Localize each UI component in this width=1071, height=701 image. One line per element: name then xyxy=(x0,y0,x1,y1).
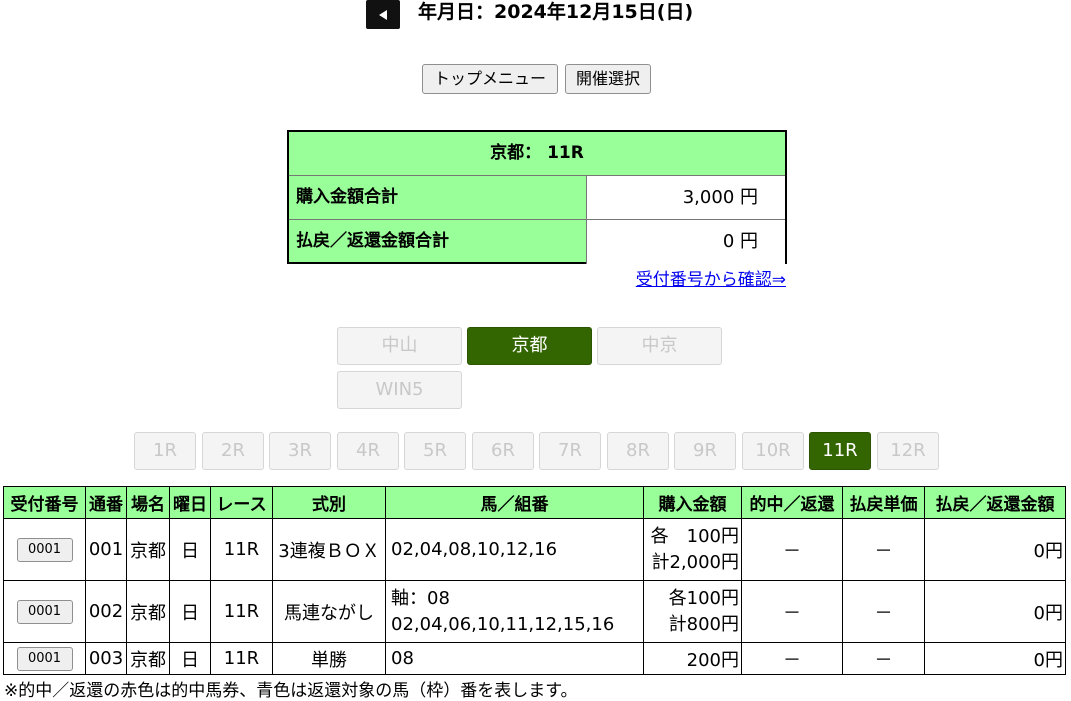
amount-line: 各100円 xyxy=(668,587,739,609)
col-header: 馬／組番 xyxy=(385,486,644,519)
bet-type-cell: 3連複ＢＯＸ xyxy=(272,518,386,581)
venue-cell: 京都 xyxy=(126,642,170,675)
summary-table: 京都： 11R 購入金額合計 3,000 円 払戻／返還金額合計 0 円 xyxy=(287,130,787,264)
race-button-7r: 7R xyxy=(539,432,601,470)
amount-line: 200円 xyxy=(686,649,739,671)
race-button-8r: 8R xyxy=(607,432,669,470)
col-header: 式別 xyxy=(272,486,386,519)
race-button-9r: 9R xyxy=(674,432,736,470)
serial-cell: 002 xyxy=(85,580,127,643)
venue-cell: 京都 xyxy=(126,518,170,581)
summary-value: 3,000 円 xyxy=(587,176,785,219)
col-header: 受付番号 xyxy=(3,486,86,519)
col-header: 的中／返還 xyxy=(741,486,843,519)
receipt-number-button[interactable]: 0001 xyxy=(16,600,73,624)
race-cell: 11R xyxy=(210,518,273,581)
previous-date-button[interactable] xyxy=(366,0,400,29)
triangle-left-icon xyxy=(379,9,387,20)
race-button-6r: 6R xyxy=(472,432,534,470)
unit-payout-cell: － xyxy=(842,580,925,643)
race-button-11r[interactable]: 11R xyxy=(809,432,871,470)
day-cell: 日 xyxy=(169,518,211,581)
confirm-by-receipt-link[interactable]: 受付番号から確認⇒ xyxy=(636,265,786,290)
venue-button-win5: WIN5 xyxy=(337,371,462,409)
col-header: 払戻／返還金額 xyxy=(924,486,1066,519)
race-button-5r: 5R xyxy=(404,432,466,470)
day-cell: 日 xyxy=(169,580,211,643)
col-header: 購入金額 xyxy=(643,486,742,519)
day-cell: 日 xyxy=(169,642,211,675)
payout-cell: 0円 xyxy=(924,642,1066,675)
race-button-2r: 2R xyxy=(202,432,264,470)
summary-row-payout: 払戻／返還金額合計 0 円 xyxy=(289,220,785,264)
table-row: 0001 002 京都 日 11R 馬連ながし 軸：08 02,04,06,10… xyxy=(3,580,1066,643)
bet-type-cell: 馬連ながし xyxy=(272,580,386,643)
race-button-1r: 1R xyxy=(134,432,196,470)
amount-cell: 200円 xyxy=(643,642,742,675)
combo-cell: 02,04,08,10,12,16 xyxy=(385,518,644,581)
combo-line: 02,04,06,10,11,12,15,16 xyxy=(391,613,615,635)
footnote: ※的中／返還の赤色は的中馬券、青色は返還対象の馬（枠）番を表します。 xyxy=(4,681,578,701)
table-row: 0001 003 京都 日 11R 単勝 08 200円 － － 0円 xyxy=(3,642,1066,675)
hit-cell: － xyxy=(741,518,843,581)
serial-cell: 001 xyxy=(85,518,127,581)
combo-cell: 08 xyxy=(385,642,644,675)
payout-cell: 0円 xyxy=(924,518,1066,581)
combo-line: 02,04,08,10,12,16 xyxy=(391,539,558,560)
unit-payout-cell: － xyxy=(842,642,925,675)
amount-cell: 各 100円 計2,000円 xyxy=(643,518,742,581)
col-header: レース xyxy=(210,486,273,519)
col-header: 払戻単価 xyxy=(842,486,925,519)
page-date: 年月日：2024年12月15日(日) xyxy=(418,1,694,23)
venue-button-kyoto[interactable]: 京都 xyxy=(467,327,592,365)
venue-button-chukyo: 中京 xyxy=(597,327,722,365)
summary-value: 0 円 xyxy=(587,220,785,264)
receipt-number-button[interactable]: 0001 xyxy=(16,647,73,671)
serial-cell: 003 xyxy=(85,642,127,675)
summary-label: 払戻／返還金額合計 xyxy=(289,220,587,264)
race-button-12r: 12R xyxy=(877,432,939,470)
combo-line: 08 xyxy=(391,648,414,669)
amount-line: 各 100円 xyxy=(650,525,739,547)
bet-type-cell: 単勝 xyxy=(272,642,386,675)
top-menu-button[interactable]: トップメニュー xyxy=(422,64,558,94)
table-header-row: 受付番号 通番 場名 曜日 レース 式別 馬／組番 購入金額 的中／返還 払戻単… xyxy=(3,486,1066,519)
race-cell: 11R xyxy=(210,580,273,643)
summary-label: 購入金額合計 xyxy=(289,176,587,219)
combo-cell: 軸：08 02,04,06,10,11,12,15,16 xyxy=(385,580,644,643)
race-button-10r: 10R xyxy=(742,432,804,470)
race-button-4r: 4R xyxy=(337,432,399,470)
unit-payout-cell: － xyxy=(842,518,925,581)
select-meeting-button[interactable]: 開催選択 xyxy=(565,64,651,94)
summary-title: 京都： 11R xyxy=(289,132,785,176)
col-header: 場名 xyxy=(126,486,170,519)
table-row: 0001 001 京都 日 11R 3連複ＢＯＸ 02,04,08,10,12,… xyxy=(3,518,1066,581)
venue-button-nakayama: 中山 xyxy=(337,327,462,365)
venue-cell: 京都 xyxy=(126,580,170,643)
col-header: 曜日 xyxy=(169,486,211,519)
summary-row-purchase: 購入金額合計 3,000 円 xyxy=(289,176,785,220)
amount-line: 計800円 xyxy=(668,613,739,635)
hit-cell: － xyxy=(741,642,843,675)
amount-line: 計2,000円 xyxy=(651,551,739,573)
hit-cell: － xyxy=(741,580,843,643)
amount-cell: 各100円 計800円 xyxy=(643,580,742,643)
receipt-number-button[interactable]: 0001 xyxy=(16,538,73,562)
payout-cell: 0円 xyxy=(924,580,1066,643)
race-button-3r: 3R xyxy=(269,432,331,470)
combo-line: 軸：08 xyxy=(391,587,450,609)
col-header: 通番 xyxy=(85,486,127,519)
race-cell: 11R xyxy=(210,642,273,675)
tickets-table: 受付番号 通番 場名 曜日 レース 式別 馬／組番 購入金額 的中／返還 払戻単… xyxy=(3,486,1066,675)
